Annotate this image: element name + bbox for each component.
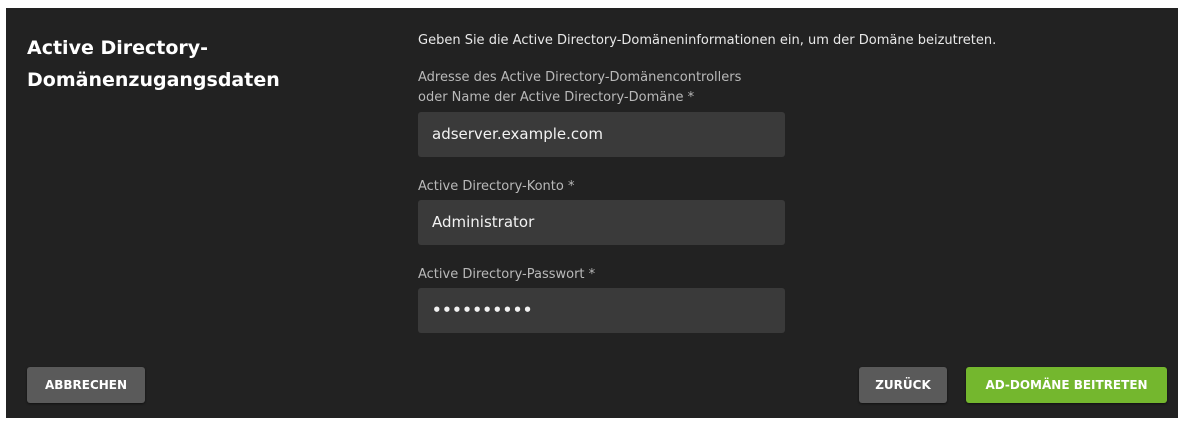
- panel-title-line2: Domänenzugangsdaten: [27, 69, 280, 91]
- account-label: Active Directory-Konto *: [418, 179, 575, 194]
- ad-credentials-panel: Active Directory- Domänenzugangsdaten Ge…: [6, 8, 1178, 418]
- back-button[interactable]: ZURÜCK: [859, 367, 947, 403]
- panel-title: Active Directory- Domänenzugangsdaten: [27, 32, 367, 96]
- password-label: Active Directory-Passwort *: [418, 267, 596, 282]
- address-label-line2: oder Name der Active Directory-Domäne *: [418, 90, 695, 105]
- address-label: Adresse des Active Directory-Domänencont…: [418, 68, 741, 108]
- account-input[interactable]: Administrator: [418, 200, 785, 245]
- address-label-line1: Adresse des Active Directory-Domänencont…: [418, 70, 742, 85]
- password-input[interactable]: ••••••••••: [418, 288, 785, 333]
- cancel-button[interactable]: ABBRECHEN: [27, 367, 145, 403]
- intro-text: Geben Sie die Active Directory-Domänenin…: [418, 33, 997, 48]
- join-domain-button[interactable]: AD-DOMÄNE BEITRETEN: [966, 367, 1167, 403]
- panel-title-line1: Active Directory-: [27, 37, 209, 59]
- domain-address-input[interactable]: adserver.example.com: [418, 112, 785, 157]
